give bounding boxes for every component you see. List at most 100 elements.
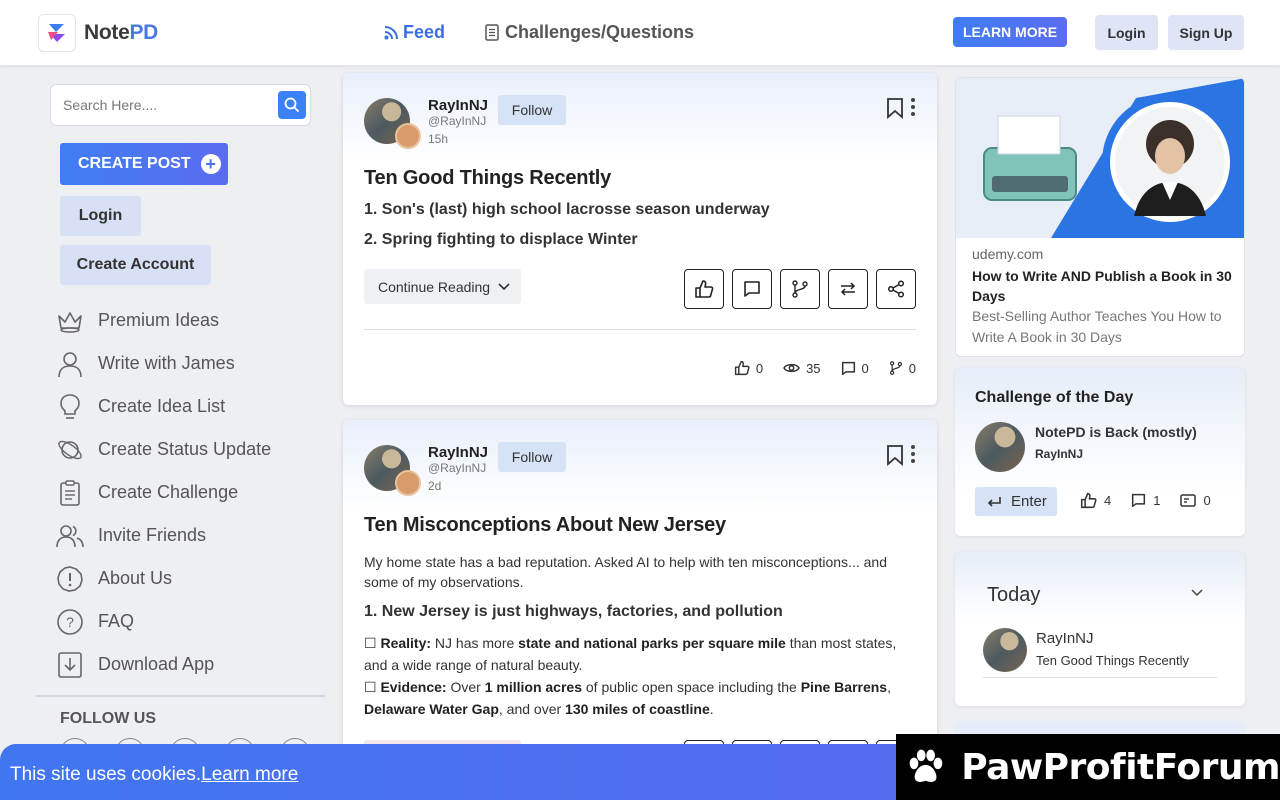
bookmark-icon[interactable]	[886, 444, 904, 466]
chevron-down-icon	[498, 282, 510, 290]
sidebar-item-faq[interactable]: ? FAQ	[56, 600, 326, 643]
search-icon	[284, 97, 300, 113]
plus-icon: +	[200, 154, 221, 174]
notepd-logo-icon	[38, 14, 76, 52]
today-author[interactable]: RayInNJ	[1036, 630, 1094, 647]
sidebar-item-label: Write with James	[98, 353, 235, 373]
header-login-button[interactable]: Login	[1095, 15, 1158, 50]
more-options-icon[interactable]	[910, 444, 916, 464]
avatar[interactable]	[975, 422, 1025, 472]
post-body: ☐ Reality: NJ has more state and nationa…	[364, 632, 916, 720]
rank-badge-icon	[395, 123, 421, 149]
brand-name: NotePD	[84, 21, 159, 44]
people-icon	[56, 522, 84, 550]
sidebar-item-label: Create Idea List	[98, 396, 226, 416]
author-handle: @RayInNJ	[428, 114, 487, 128]
enter-challenge-button[interactable]: Enter	[975, 487, 1057, 516]
planet-icon	[56, 436, 84, 464]
crown-icon	[56, 307, 84, 335]
sidebar-item-create-challenge[interactable]: Create Challenge	[56, 471, 326, 514]
more-options-icon[interactable]	[910, 97, 916, 117]
author-handle: @RayInNJ	[428, 461, 487, 475]
eye-icon	[783, 363, 800, 373]
post-excerpt-line: 2. Spring fighting to displace Winter	[364, 231, 638, 248]
top-navbar: NotePD Feed Challenges/Questions LEARN M…	[0, 0, 1280, 66]
sidebar-menu: Premium Ideas Write with James Create Id…	[56, 299, 326, 686]
sidebar-item-create-status-update[interactable]: Create Status Update	[56, 428, 326, 471]
sidebar-item-invite-friends[interactable]: Invite Friends	[56, 514, 326, 557]
signup-button[interactable]: Sign Up	[1168, 15, 1244, 50]
search-input[interactable]	[63, 95, 273, 115]
challenge-like-count: 4	[1104, 493, 1112, 508]
view-count: 35	[806, 360, 821, 376]
sidebar-item-write-with-james[interactable]: Write with James	[56, 342, 326, 385]
lightbulb-icon	[56, 393, 84, 421]
sidebar-item-label: Invite Friends	[98, 525, 207, 545]
like-button[interactable]	[684, 269, 724, 309]
sidebar-item-about-us[interactable]: About Us	[56, 557, 326, 600]
today-dropdown-label[interactable]: Today	[987, 584, 1040, 607]
comment-count: 0	[861, 360, 869, 376]
repost-icon	[840, 282, 856, 296]
post-stats: 0 35 0 0	[734, 360, 916, 376]
create-account-button[interactable]: Create Account	[60, 245, 211, 285]
continue-reading-button[interactable]: Continue Reading	[364, 269, 521, 304]
ad-card[interactable]: udemy.com How to Write AND Publish a Boo…	[955, 77, 1245, 357]
learn-more-button[interactable]: LEARN MORE	[953, 17, 1067, 47]
sidebar-item-premium-ideas[interactable]: Premium Ideas	[56, 299, 326, 342]
cookie-learn-more-link[interactable]: Learn more	[201, 764, 298, 785]
challenge-stats: 4 1 0	[1080, 492, 1211, 509]
sidebar-item-download-app[interactable]: Download App	[56, 643, 326, 686]
paw-icon	[909, 749, 943, 782]
share-icon	[887, 280, 905, 298]
brand-logo[interactable]: NotePD	[38, 14, 158, 52]
clipboard-icon	[56, 479, 84, 507]
follow-us-heading: FOLLOW US	[60, 710, 156, 727]
sidebar-item-create-idea-list[interactable]: Create Idea List	[56, 385, 326, 428]
repost-button[interactable]	[828, 269, 868, 309]
comment-icon	[744, 281, 760, 297]
continue-reading-label: Continue Reading	[378, 278, 491, 295]
challenge-heading: Challenge of the Day	[975, 389, 1134, 406]
ad-illustration	[956, 78, 1244, 238]
nav-challenges[interactable]: Challenges/Questions	[485, 22, 694, 43]
today-post-title[interactable]: Ten Good Things Recently	[1036, 653, 1189, 668]
comment-button[interactable]	[732, 269, 772, 309]
chevron-down-icon[interactable]	[1191, 589, 1203, 597]
thumbs-up-icon	[695, 280, 714, 298]
author-name[interactable]: RayInNJ	[428, 444, 488, 461]
create-post-button[interactable]: CREATE POST +	[60, 143, 228, 185]
fork-button[interactable]	[780, 269, 820, 309]
post-title[interactable]: Ten Misconceptions About New Jersey	[364, 514, 726, 537]
comment-icon	[841, 361, 855, 375]
follow-button[interactable]: Follow	[498, 95, 566, 125]
challenge-title[interactable]: NotePD is Back (mostly)	[1035, 424, 1197, 440]
avatar[interactable]	[983, 628, 1027, 672]
bookmark-icon[interactable]	[886, 97, 904, 119]
challenge-comment-count: 1	[1153, 493, 1161, 508]
sidebar-item-label: Create Status Update	[98, 439, 272, 459]
share-button[interactable]	[876, 269, 916, 309]
enter-arrow-icon	[987, 496, 1001, 507]
follow-button[interactable]: Follow	[498, 442, 566, 472]
enter-label: Enter	[1011, 493, 1047, 510]
nav-challenges-label: Challenges/Questions	[505, 22, 695, 42]
cookie-text: This site uses cookies.Learn more	[10, 764, 299, 785]
post-card: RayInNJ @RayInNJ 2d Follow Ten Misconcep…	[343, 420, 937, 760]
challenge-author[interactable]: RayInNJ	[1035, 447, 1083, 461]
ad-title[interactable]: How to Write AND Publish a Book in 30 Da…	[972, 266, 1232, 306]
nav-feed[interactable]: Feed	[384, 22, 445, 43]
document-icon	[485, 24, 499, 41]
promo-text: PawProfitForum	[961, 746, 1280, 788]
search-button[interactable]	[278, 91, 306, 119]
post-subheading: 1. New Jersey is just highways, factorie…	[364, 603, 783, 620]
post-excerpt-line: 1. Son's (last) high school lacrosse sea…	[364, 201, 770, 218]
promo-watermark: PawProfitForum	[896, 734, 1280, 800]
person-icon	[56, 350, 84, 378]
author-name[interactable]: RayInNJ	[428, 97, 488, 114]
post-title[interactable]: Ten Good Things Recently	[364, 167, 611, 190]
sidebar-item-label: Premium Ideas	[98, 310, 220, 330]
sidebar-login-button[interactable]: Login	[60, 196, 141, 236]
post-time: 15h	[428, 132, 449, 146]
sidebar-item-label: FAQ	[98, 611, 135, 631]
